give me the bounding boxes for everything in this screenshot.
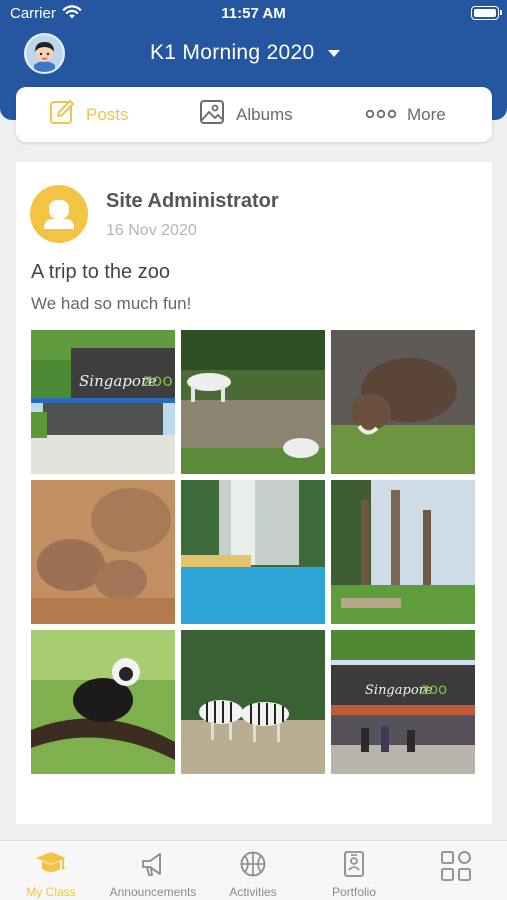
basketball-icon [203, 849, 303, 879]
apps-grid-icon [406, 849, 506, 881]
post-body: We had so much fun! [31, 294, 192, 313]
edit-icon [48, 98, 76, 131]
tabbar-apps[interactable] [406, 841, 506, 900]
megaphone-icon [103, 849, 203, 879]
portfolio-icon [304, 849, 404, 879]
tab-posts[interactable]: Posts [48, 87, 129, 142]
post-author[interactable]: Site Administrator [106, 190, 279, 213]
tab-posts-label: Posts [86, 104, 129, 124]
photo-tree-enclosure[interactable] [331, 480, 475, 624]
more-dots-icon [365, 106, 397, 124]
tab-more[interactable]: More [365, 87, 446, 142]
tab-more-label: More [407, 104, 446, 124]
tab-albums-label: Albums [236, 104, 293, 124]
tabbar-label: My Class [26, 885, 76, 899]
tabbar-activities[interactable]: Activities [203, 841, 303, 900]
post-card: Site Administrator 16 Nov 2020 A trip to… [16, 162, 492, 824]
content-tabs: Posts Albums More [16, 87, 492, 142]
svg-text:zoo: zoo [421, 680, 447, 698]
user-avatar[interactable] [24, 33, 65, 74]
photo-rhinos[interactable] [31, 480, 175, 624]
battery-icon [471, 6, 502, 20]
author-avatar [30, 185, 88, 243]
photo-zebras[interactable] [181, 630, 325, 774]
photo-monkey-on-branch[interactable] [31, 630, 175, 774]
photo-zoo-gate-crowd[interactable]: Singapore zoo [331, 630, 475, 774]
post-date: 16 Nov 2020 [106, 222, 197, 239]
class-selector[interactable]: K1 Morning 2020 [150, 38, 341, 68]
tab-albums[interactable]: Albums [198, 87, 293, 142]
tabbar-my-class[interactable]: My Class [1, 841, 101, 900]
photo-waterfall-pool[interactable] [181, 480, 325, 624]
class-name: K1 Morning 2020 [150, 41, 315, 64]
bottom-tab-bar: My Class Announcements Activities Portfo… [0, 840, 507, 900]
tabbar-label: Portfolio [331, 885, 377, 899]
image-icon [198, 98, 226, 131]
user-icon [44, 200, 74, 229]
tabbar-announcements[interactable]: Announcements [103, 841, 203, 900]
post-title: A trip to the zoo [31, 261, 170, 283]
photo-warthog[interactable] [331, 330, 475, 474]
photo-grid: Singapore zoo Singapore zoo [31, 330, 476, 774]
chevron-down-icon [328, 49, 341, 57]
tabbar-label: Activities [229, 885, 277, 899]
tabbar-label: Announcements [109, 885, 197, 899]
photo-white-tigers[interactable] [181, 330, 325, 474]
status-bar: Carrier 11:57 AM [0, 0, 507, 30]
photo-zoo-entrance[interactable]: Singapore zoo [31, 330, 175, 474]
svg-text:zoo: zoo [143, 371, 173, 391]
graduation-cap-icon [1, 849, 101, 879]
tabbar-portfolio[interactable]: Portfolio [304, 841, 404, 900]
clock: 11:57 AM [221, 5, 286, 22]
